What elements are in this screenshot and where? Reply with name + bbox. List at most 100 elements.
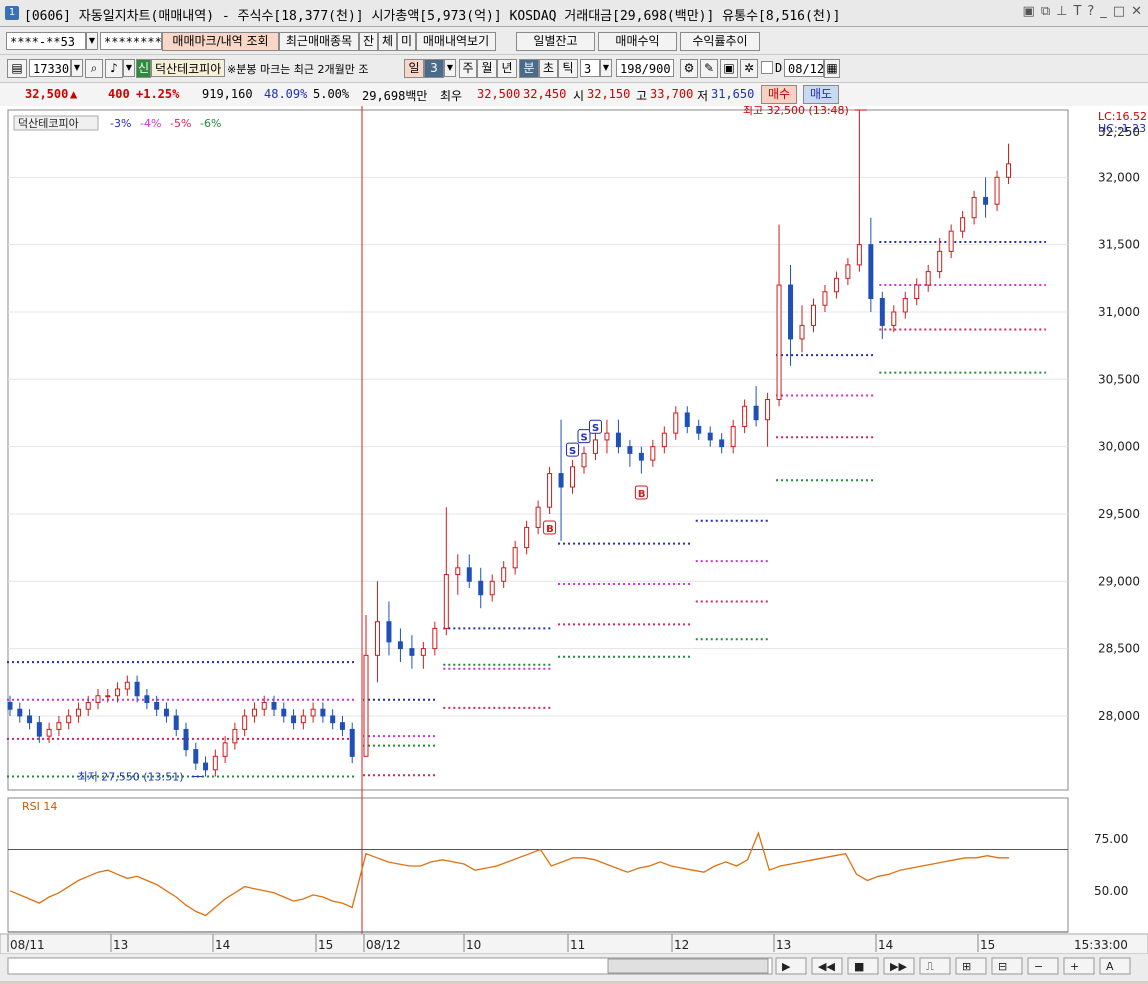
candle-body[interactable]: [524, 526, 530, 549]
candle-body[interactable]: [455, 567, 461, 576]
candle-body[interactable]: [615, 432, 621, 448]
candle-body[interactable]: [46, 728, 52, 737]
period-week-button[interactable]: 주: [459, 59, 477, 78]
candle-body[interactable]: [310, 708, 316, 717]
candle-body[interactable]: [173, 715, 179, 730]
stock-code-input[interactable]: 17330: [29, 59, 71, 77]
candle-body[interactable]: [261, 701, 267, 710]
candle-body[interactable]: [1006, 163, 1012, 178]
interval-input[interactable]: 3: [580, 59, 600, 77]
candle-body[interactable]: [222, 742, 228, 757]
candle-body[interactable]: [776, 284, 782, 401]
candle-body[interactable]: [581, 452, 587, 468]
candle-body[interactable]: [291, 715, 297, 724]
candle-body[interactable]: [627, 446, 633, 454]
candle-body[interactable]: [558, 473, 564, 488]
candle-body[interactable]: [7, 701, 13, 710]
chart-area[interactable]: 32,000 31,500 31,000 30,500 30,000 29,500 29,0…: [0, 104, 1148, 981]
candle-body[interactable]: [673, 412, 679, 434]
candle-body[interactable]: [17, 708, 23, 717]
candle-body[interactable]: [75, 708, 81, 717]
trade-profit-button[interactable]: 매매수익: [598, 32, 677, 51]
candle-body[interactable]: [339, 722, 345, 730]
candle-body[interactable]: [512, 547, 518, 569]
candle-body[interactable]: [914, 284, 920, 300]
date-checkbox[interactable]: [761, 61, 773, 74]
trade-history-button[interactable]: 매매내역보기: [416, 32, 496, 51]
candle-body[interactable]: [799, 324, 805, 340]
period-tick-button[interactable]: 틱: [558, 59, 578, 78]
candle-body[interactable]: [251, 708, 257, 717]
candle-body[interactable]: [432, 627, 438, 650]
settings-icon[interactable]: ✲: [740, 59, 758, 78]
candle-body[interactable]: [879, 298, 885, 326]
candle-body[interactable]: [570, 466, 576, 488]
period-day-button[interactable]: 일: [404, 59, 424, 78]
period-day-count[interactable]: 3: [424, 59, 444, 78]
trade-mark-query-button[interactable]: 매매마크/내역 조회: [162, 32, 279, 51]
candle-body[interactable]: [386, 621, 392, 643]
copy-icon[interactable]: ⧉: [1041, 4, 1050, 19]
candle-body[interactable]: [937, 250, 943, 273]
candle-body[interactable]: [547, 473, 553, 508]
unexecuted-button[interactable]: 미: [397, 32, 416, 51]
tools-icon[interactable]: ✎: [700, 59, 718, 78]
candle-body[interactable]: [684, 412, 690, 427]
period-year-button[interactable]: 년: [497, 59, 517, 78]
candle-body[interactable]: [374, 621, 380, 656]
candle-body[interactable]: [466, 567, 472, 582]
candle-body[interactable]: [501, 567, 507, 582]
period-day-dropdown-icon[interactable]: ▼: [444, 59, 456, 77]
period-second-button[interactable]: 초: [539, 59, 558, 78]
scroll-thumb[interactable]: [607, 958, 769, 974]
play-icon[interactable]: [775, 957, 807, 975]
buy-button[interactable]: 매수: [761, 85, 797, 104]
balance-button[interactable]: 잔: [359, 32, 378, 51]
speaker-dropdown-icon[interactable]: ▼: [123, 59, 135, 77]
search-icon[interactable]: ⌕: [85, 59, 103, 78]
candle-body[interactable]: [349, 728, 355, 757]
candle-body[interactable]: [242, 715, 248, 730]
speaker-icon[interactable]: ♪: [105, 59, 123, 78]
code-dropdown-icon[interactable]: ▼: [71, 59, 83, 77]
candle-body[interactable]: [845, 264, 851, 279]
candle-body[interactable]: [719, 439, 725, 448]
candle-body[interactable]: [56, 722, 62, 730]
candle-body[interactable]: [856, 244, 862, 266]
candle-body[interactable]: [397, 641, 403, 650]
layout-icon[interactable]: ▣: [1023, 4, 1035, 19]
candle-body[interactable]: [971, 197, 977, 219]
candle-body[interactable]: [420, 648, 426, 656]
candle-body[interactable]: [661, 432, 667, 448]
executed-button[interactable]: 체: [378, 32, 397, 51]
account-select[interactable]: ****-**53: [6, 32, 86, 50]
font-icon[interactable]: T: [1073, 4, 1081, 19]
candle-body[interactable]: [535, 506, 541, 528]
candle-body[interactable]: [144, 695, 150, 703]
candle-body[interactable]: [810, 304, 816, 326]
candle-body[interactable]: [788, 284, 794, 340]
candle-body[interactable]: [765, 399, 771, 421]
candle-body[interactable]: [650, 446, 656, 461]
recent-trade-stocks-button[interactable]: 최근매매종목: [279, 32, 359, 51]
account-dropdown-icon[interactable]: ▼: [86, 32, 98, 50]
candle-body[interactable]: [443, 574, 449, 629]
indicator-icon[interactable]: ⚙: [680, 59, 698, 78]
period-month-button[interactable]: 월: [477, 59, 497, 78]
maximize-icon[interactable]: □: [1113, 4, 1125, 19]
pin-icon[interactable]: ⊥: [1056, 4, 1067, 19]
minimize-icon[interactable]: _: [1100, 4, 1107, 19]
candle-body[interactable]: [193, 749, 199, 764]
candle-body[interactable]: [232, 728, 238, 744]
interval-dropdown-icon[interactable]: ▼: [600, 59, 612, 77]
candle-body[interactable]: [925, 271, 931, 286]
candle-body[interactable]: [203, 762, 209, 771]
candle-body[interactable]: [363, 654, 369, 757]
candle-body[interactable]: [742, 405, 748, 427]
candle-body[interactable]: [604, 432, 610, 441]
help-icon[interactable]: ?: [1087, 4, 1094, 19]
sell-button[interactable]: 매도: [803, 85, 839, 104]
candle-body[interactable]: [983, 197, 989, 205]
save-icon[interactable]: ▣: [720, 59, 738, 78]
candle-body[interactable]: [85, 701, 91, 710]
